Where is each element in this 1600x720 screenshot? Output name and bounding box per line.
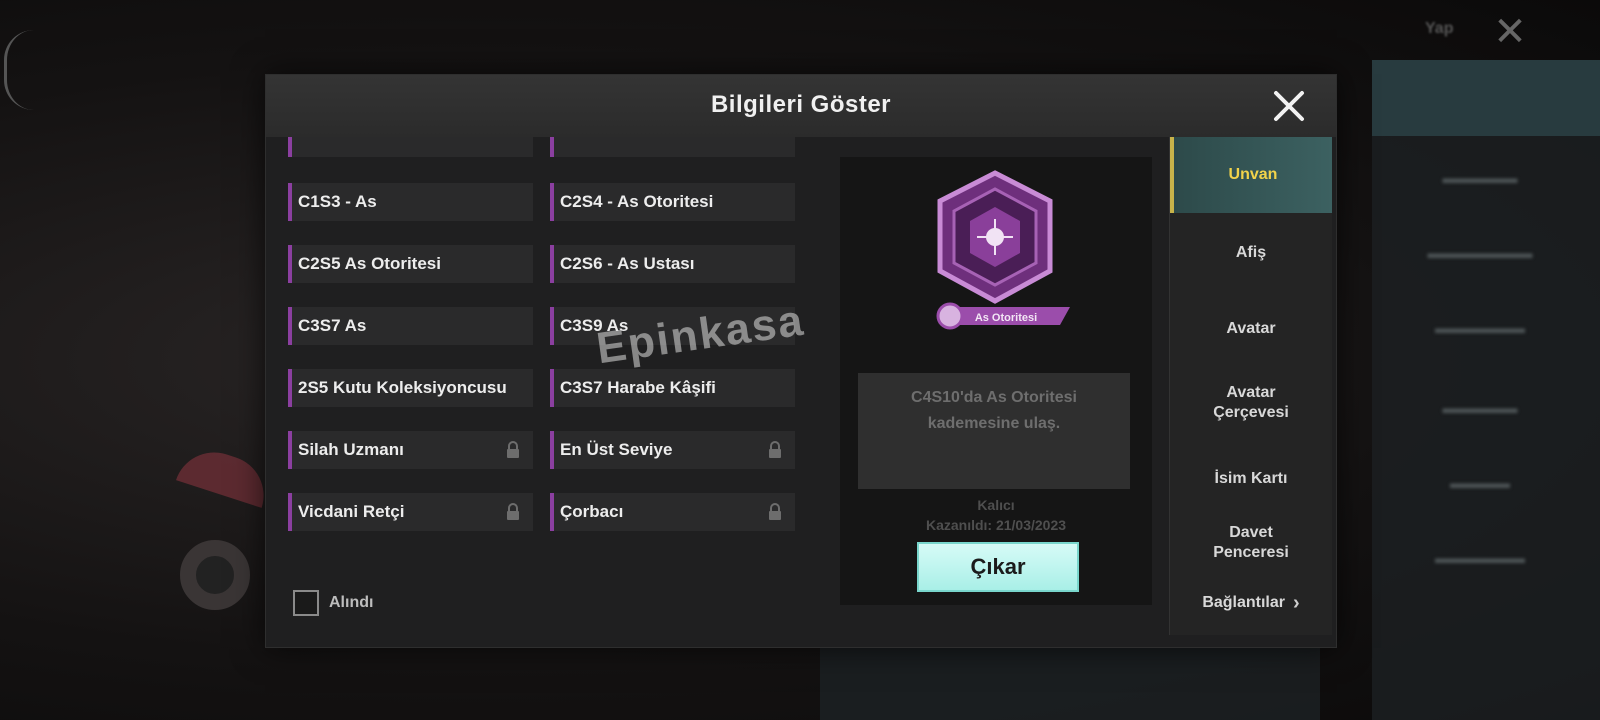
title-item-label: Vicdani Retçi xyxy=(298,502,405,521)
obtained-label: Alındı xyxy=(329,594,374,611)
title-item-locked[interactable]: En Üst Seviye xyxy=(550,431,795,469)
title-item[interactable] xyxy=(288,137,533,157)
dialog-header: Bilgileri Göster xyxy=(266,75,1336,137)
tab-avatar-frame[interactable]: Avatar Çerçevesi xyxy=(1191,383,1311,423)
title-item-locked[interactable]: Silah Uzmanı xyxy=(288,431,533,469)
lock-icon xyxy=(507,441,519,458)
lock-icon xyxy=(769,441,781,458)
title-item-label: 2S5 Kutu Koleksiyoncusu xyxy=(298,378,507,397)
close-icon xyxy=(1274,91,1304,121)
title-description-text: C4S10'da As Otoritesi kademesine ulaş. xyxy=(911,389,1077,432)
close-button[interactable] xyxy=(1266,83,1312,129)
tab-connections[interactable]: Bağlantılar › xyxy=(1170,593,1332,613)
title-item-label: C3S7 As xyxy=(298,316,367,335)
background-menu-item: ▬▬▬▬▬ xyxy=(1442,400,1518,417)
title-badge: As Otoritesi xyxy=(920,167,1070,347)
background-arc xyxy=(4,30,37,110)
background-right-panel xyxy=(1372,60,1600,720)
obtained-checkbox[interactable] xyxy=(293,590,319,616)
title-item-locked[interactable]: Vicdani Retçi xyxy=(288,493,533,531)
background-top-label: Yap xyxy=(1425,20,1454,37)
status-permanent: Kalıcı xyxy=(977,497,1015,513)
title-item[interactable]: C3S7 As xyxy=(288,307,533,345)
background-vehicle-fender xyxy=(176,442,274,508)
title-item-label: C2S6 - As Ustası xyxy=(560,254,695,273)
chevron-right-icon: › xyxy=(1293,592,1300,614)
background-menu-item: ▬▬▬▬▬ xyxy=(1442,170,1518,187)
background-menu-item: ▬▬▬▬ xyxy=(1450,475,1510,492)
tab-invite-window[interactable]: Davet Penceresi xyxy=(1196,523,1306,563)
title-status: Kalıcı Kazanıldı: 21/03/2023 xyxy=(840,495,1152,535)
title-item[interactable]: C2S6 - As Ustası xyxy=(550,245,795,283)
tab-connections-label: Bağlantılar xyxy=(1202,594,1285,612)
title-item[interactable]: C1S3 - As xyxy=(288,183,533,221)
title-item[interactable] xyxy=(550,137,795,157)
title-item[interactable]: C3S7 Harabe Kâşifi xyxy=(550,369,795,407)
title-description: C4S10'da As Otoritesi kademesine ulaş. xyxy=(858,373,1130,489)
title-item-locked[interactable]: Çorbacı xyxy=(550,493,795,531)
dialog-title: Bilgileri Göster xyxy=(710,91,892,118)
tab-avatar[interactable]: Avatar xyxy=(1170,319,1332,339)
tab-title[interactable]: Unvan xyxy=(1170,137,1332,213)
obtained-filter[interactable]: Alındı xyxy=(293,590,373,616)
status-earned-date: Kazanıldı: 21/03/2023 xyxy=(925,517,1067,533)
remove-button[interactable]: Çıkar xyxy=(917,542,1079,592)
title-item-label: En Üst Seviye xyxy=(560,440,673,459)
background-menu-item: ▬▬▬▬▬▬ xyxy=(1435,550,1525,567)
background-stats-panel xyxy=(820,640,1320,720)
lock-icon xyxy=(507,503,519,520)
ace-authority-badge-icon: As Otoritesi xyxy=(936,170,1070,330)
badge-label: As Otoritesi xyxy=(975,312,1037,324)
title-item-label: C3S7 Harabe Kâşifi xyxy=(560,378,716,397)
title-preview-panel: As Otoritesi C4S10'da As Otoritesi kadem… xyxy=(840,157,1152,605)
lock-icon xyxy=(769,503,781,520)
title-item[interactable]: C2S4 - As Otoritesi xyxy=(550,183,795,221)
title-item[interactable]: C3S9 As xyxy=(550,307,795,345)
title-item-label: C2S4 - As Otoritesi xyxy=(560,192,714,211)
title-item-label: Çorbacı xyxy=(560,502,624,521)
title-item[interactable]: C2S5 As Otoritesi xyxy=(288,245,533,283)
tab-banner[interactable]: Afiş xyxy=(1170,243,1332,263)
background-menu-item: ▬▬▬▬▬▬ xyxy=(1435,320,1525,337)
tab-name-card[interactable]: İsim Kartı xyxy=(1170,469,1332,489)
title-item-label: C2S5 As Otoritesi xyxy=(298,254,441,273)
background-menu-item: ▬▬▬▬▬▬▬ xyxy=(1427,245,1533,262)
title-item-label: Silah Uzmanı xyxy=(298,440,404,459)
background-close-icon: ✕ xyxy=(1493,10,1527,54)
category-tabs: Unvan Afiş Avatar Avatar Çerçevesi İsim … xyxy=(1169,137,1332,635)
title-item-label: C1S3 - As xyxy=(298,192,377,211)
show-info-dialog: Bilgileri Göster C1S3 - As C2S4 - As Oto… xyxy=(265,74,1337,648)
background-vehicle-wheel xyxy=(180,540,250,610)
title-item[interactable]: 2S5 Kutu Koleksiyoncusu xyxy=(288,369,533,407)
background-right-panel-header xyxy=(1372,60,1600,136)
title-item-label: C3S9 As xyxy=(560,316,629,335)
